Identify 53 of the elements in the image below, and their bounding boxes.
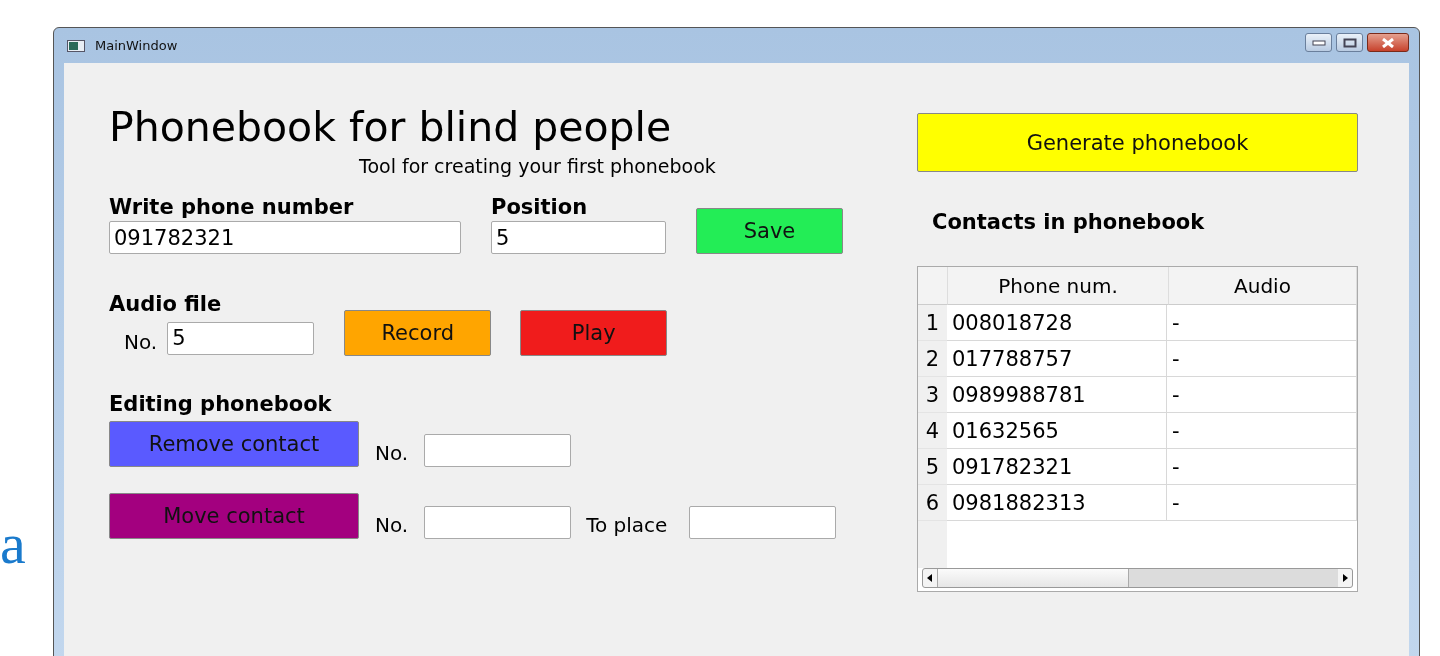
table-cell: - — [1167, 341, 1357, 377]
background-text: a — [0, 515, 26, 573]
minimize-button[interactable] — [1305, 33, 1332, 52]
table-cell: 01632565 — [947, 413, 1167, 449]
phone-field[interactable]: 091782321 — [109, 221, 461, 254]
to-place-field[interactable] — [689, 506, 837, 539]
maximize-button[interactable] — [1336, 33, 1363, 52]
table-cell: 0989988781 — [947, 377, 1167, 413]
column-header[interactable]: Phone num. — [948, 267, 1169, 305]
audio-number-field[interactable]: 5 — [167, 321, 315, 355]
row-header[interactable]: 2 — [918, 341, 947, 377]
maximize-icon — [1342, 37, 1357, 48]
table-cell: - — [1167, 305, 1357, 341]
row-header[interactable]: 3 — [918, 377, 947, 413]
table-cell: 0981882313 — [947, 485, 1167, 521]
minimize-icon — [1311, 39, 1326, 46]
phone-label: Write phone number — [109, 194, 355, 221]
table-cell: - — [1167, 485, 1357, 521]
contacts-title: Contacts in phonebook — [932, 209, 1206, 236]
remove-contact-button[interactable]: Remove contact — [109, 421, 359, 467]
close-button[interactable] — [1367, 33, 1409, 52]
table-cell: 091782321 — [947, 449, 1167, 485]
app-heading: Phonebook for blind people — [109, 102, 673, 153]
number-label: No. — [375, 512, 409, 539]
row-header[interactable]: 5 — [918, 449, 947, 485]
table-cell: - — [1167, 413, 1357, 449]
table-cell: - — [1167, 449, 1357, 485]
audio-label: Audio file — [109, 291, 222, 318]
position-label: Position — [491, 194, 589, 221]
number-label: No. — [124, 329, 158, 355]
position-field[interactable]: 5 — [491, 221, 666, 254]
record-button[interactable]: Record — [344, 310, 492, 356]
app-icon — [67, 39, 85, 52]
row-header[interactable]: 4 — [918, 413, 947, 449]
row-header-strip — [918, 521, 947, 568]
table-cell: - — [1167, 377, 1357, 413]
number-label: No. — [375, 440, 409, 467]
move-number-field[interactable] — [424, 506, 572, 539]
save-button[interactable]: Save — [696, 208, 843, 254]
remove-number-field[interactable] — [424, 434, 572, 467]
column-header[interactable]: Audio — [1169, 267, 1357, 305]
app-subtitle: Tool for creating your first phonebook — [359, 154, 717, 179]
generate-phonebook-button[interactable]: Generate phonebook — [917, 113, 1358, 172]
close-icon — [1380, 37, 1396, 48]
to-place-label: To place — [586, 512, 668, 539]
window-title: MainWindow — [95, 38, 178, 53]
row-header[interactable]: 6 — [918, 485, 947, 521]
play-button[interactable]: Play — [520, 310, 668, 356]
row-header[interactable]: 1 — [918, 305, 947, 341]
table-cell: 017788757 — [947, 341, 1167, 377]
table-cell: 008018728 — [947, 305, 1167, 341]
editing-label: Editing phonebook — [109, 391, 332, 418]
horizontal-scrollbar[interactable] — [922, 568, 1353, 588]
